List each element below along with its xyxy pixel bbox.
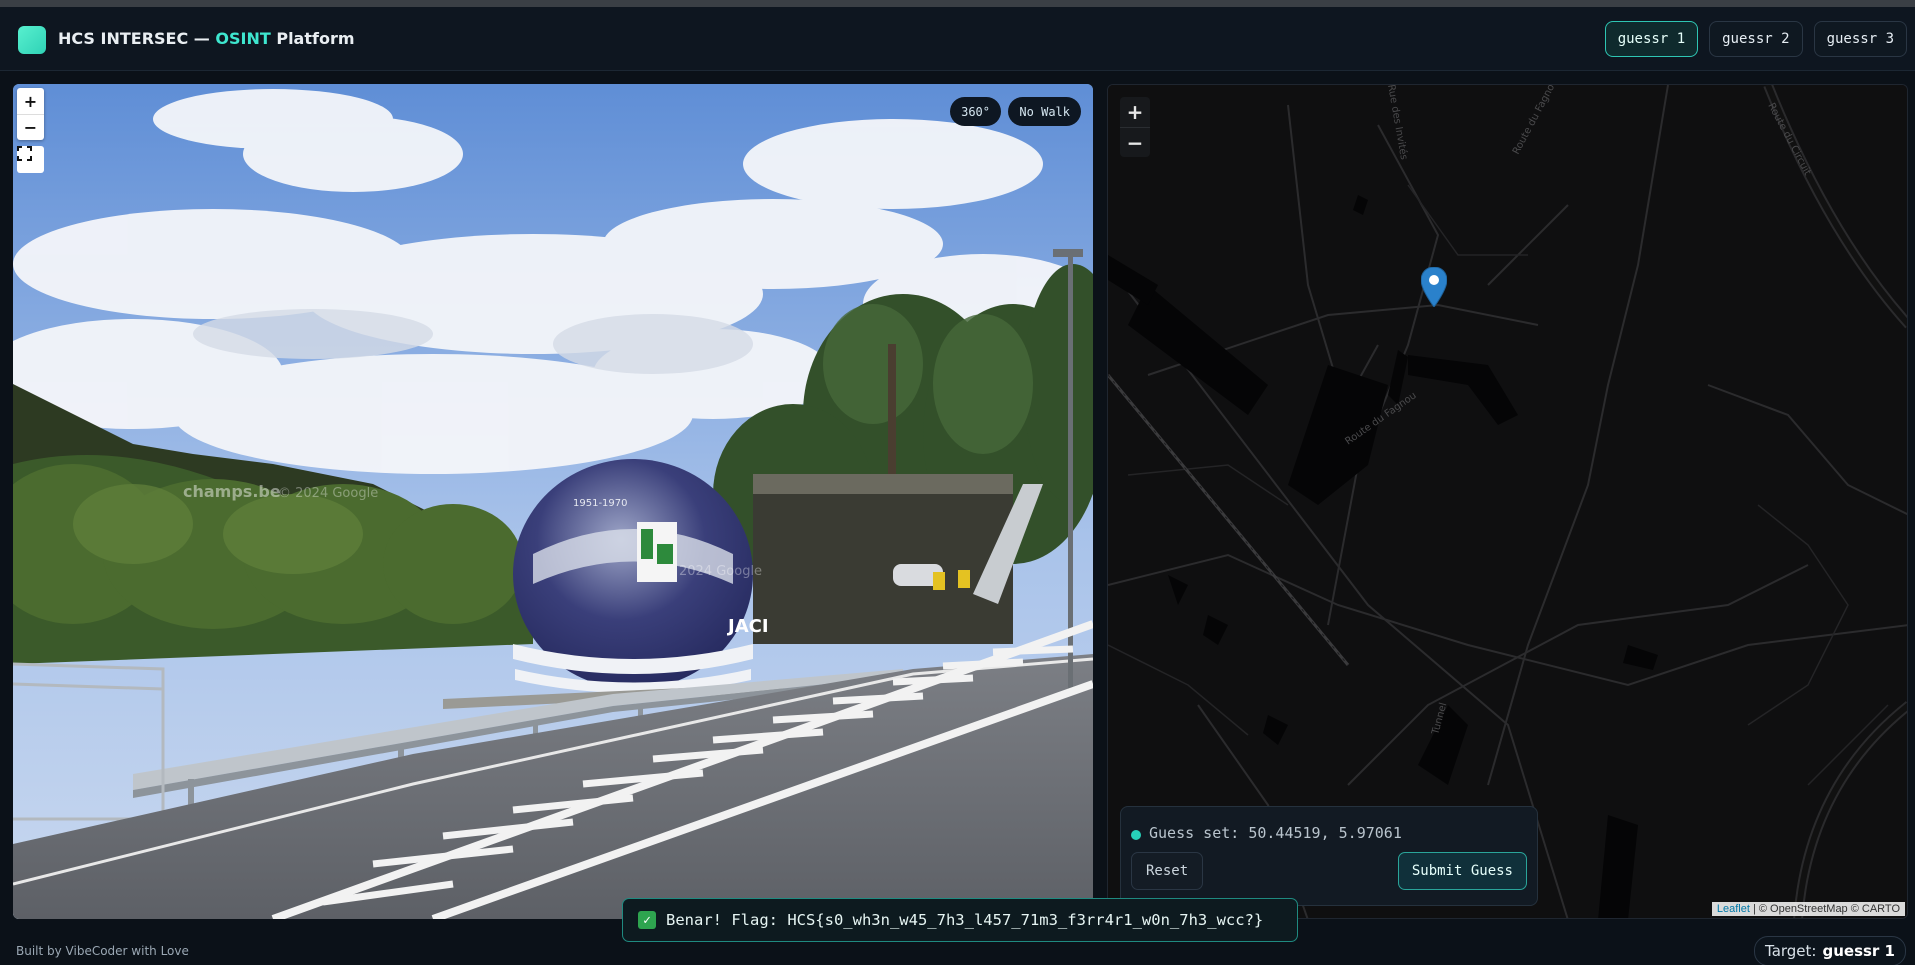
map-zoom-in-button[interactable]: + (1120, 97, 1150, 127)
title-accent: OSINT (215, 29, 271, 48)
street-view-panorama[interactable]: 1951-1970 JACI champs.be © 2024 Google 2… (13, 84, 1093, 919)
street-zoom-control: + − (17, 88, 44, 140)
map-attribution: Leaflet | © OpenStreetMap © CARTO (1711, 902, 1905, 916)
google-watermark: © 2024 Google (278, 486, 379, 501)
leaflet-link[interactable]: Leaflet (1717, 903, 1750, 915)
tab-guessr-1[interactable]: guessr 1 (1604, 21, 1699, 57)
guessr-tabs: guessr 1 guessr 2 guessr 3 (1604, 21, 1907, 57)
app-logo (18, 26, 46, 54)
app-title: HCS INTERSEC — OSINT Platform (58, 29, 355, 48)
flag-toast: ✓ Benar! Flag: HCS{s0_wh3n_w45_7h3_l457_… (622, 898, 1298, 942)
target-value: guessr 1 (1822, 942, 1895, 960)
google-watermark-2: 2024 Google (679, 564, 763, 579)
dome-sign-text: 1951-1970 (573, 498, 628, 509)
street-zoom-out-button[interactable]: − (17, 114, 44, 140)
map-zoom-out-button[interactable]: − (1120, 127, 1150, 157)
toast-message: Benar! Flag: HCS{s0_wh3n_w45_7h3_l457_71… (666, 911, 1264, 929)
target-badge: Target: guessr 1 (1754, 936, 1906, 965)
partial-site-text: champs.be (183, 482, 281, 501)
submit-guess-button[interactable]: Submit Guess (1397, 852, 1527, 890)
tab-guessr-3[interactable]: guessr 3 (1813, 21, 1907, 57)
window-top-strip (0, 0, 1915, 7)
title-suffix: Platform (270, 29, 355, 48)
guess-panel: Guess set: 50.44519, 5.97061 Reset Submi… (1120, 806, 1538, 906)
street-zoom-in-button[interactable]: + (17, 88, 44, 114)
map-zoom-control: + − (1120, 97, 1150, 157)
tab-guessr-2[interactable]: guessr 2 (1709, 21, 1803, 57)
fullscreen-button[interactable] (17, 146, 44, 173)
dome-brand-text: JACI (726, 616, 769, 637)
map-pin-icon[interactable] (1421, 267, 1447, 307)
guess-status: Guess set: 50.44519, 5.97061 (1149, 824, 1402, 842)
360-button[interactable]: 360° (950, 97, 1001, 126)
reset-button[interactable]: Reset (1131, 852, 1204, 890)
street-view-image: 1951-1970 JACI champs.be (13, 84, 1093, 919)
check-icon: ✓ (638, 911, 656, 929)
title-prefix: HCS INTERSEC — (58, 29, 216, 48)
attribution-text: | © OpenStreetMap © CARTO (1749, 903, 1900, 915)
footer-credit: Built by VibeCoder with Love (16, 944, 189, 958)
map-tiles: Route du Fagnou Route du Fagnou Route du… (1108, 85, 1907, 918)
guess-map[interactable]: Route du Fagnou Route du Fagnou Route du… (1107, 84, 1908, 919)
status-dot (1131, 830, 1141, 840)
no-walk-button[interactable]: No Walk (1008, 97, 1081, 126)
target-label: Target: (1765, 942, 1817, 960)
app-header: HCS INTERSEC — OSINT Platform guessr 1 g… (0, 7, 1915, 71)
